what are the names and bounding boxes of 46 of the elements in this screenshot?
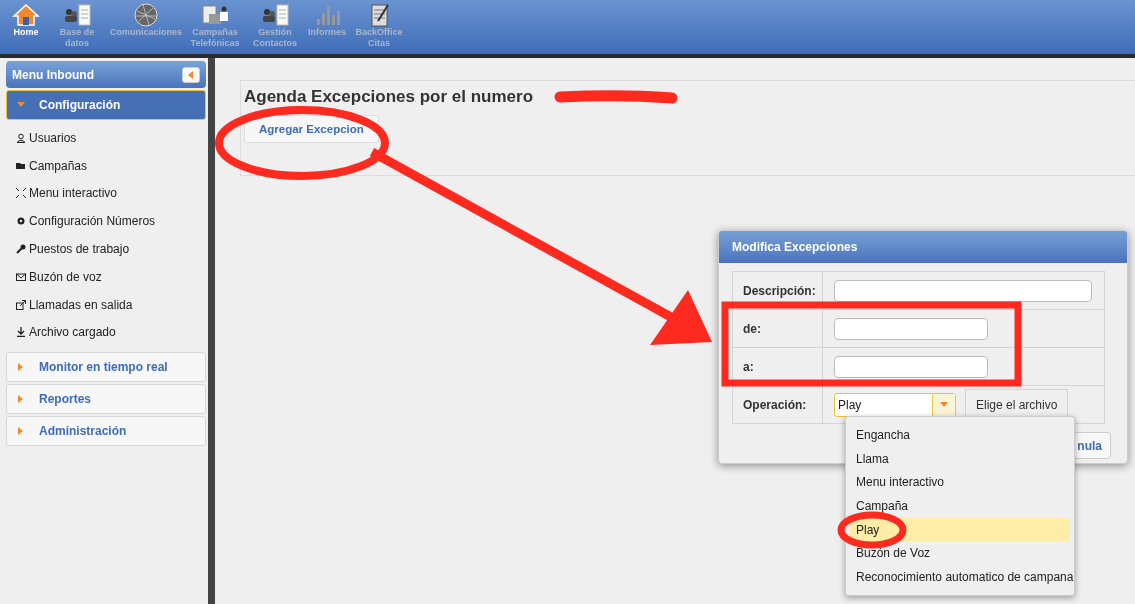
caret-icon — [17, 427, 25, 436]
accordion-header[interactable]: Reportes — [6, 384, 206, 415]
page-title: Agenda Excepciones por el numero — [244, 87, 534, 107]
accordion-header[interactable]: Administración — [6, 416, 206, 447]
caret-icon — [17, 395, 25, 404]
dropdown-option[interactable]: Buzón de Voz — [850, 541, 1070, 566]
caret-icon — [188, 70, 194, 79]
dropdown-option[interactable]: Campaña — [850, 494, 1070, 518]
sidebar-item[interactable]: Configuración Números — [16, 207, 206, 236]
sidebar-item[interactable]: Puestos de trabajo — [16, 235, 206, 263]
expand-icon — [16, 188, 26, 199]
caret-icon — [17, 363, 25, 372]
sidebar-title: Menu Inbound — [12, 67, 94, 82]
dropdown-option[interactable]: Play — [850, 517, 1070, 542]
sidebar-item[interactable]: Archivo cargado — [16, 318, 206, 347]
key-icon — [16, 244, 26, 255]
house-icon — [11, 3, 41, 27]
sidebar-item[interactable]: Llamadas en salida — [16, 290, 206, 319]
dialog-title: Modifica Excepciones — [732, 240, 858, 254]
sidebar-item[interactable]: Campañas — [16, 151, 206, 180]
accordion-header[interactable]: Monitor en tiempo real — [6, 352, 206, 383]
people-document-icon — [260, 3, 291, 27]
select-field[interactable]: Play — [834, 392, 956, 417]
sidebar-item[interactable]: Usuarios — [16, 124, 206, 152]
field-label: Descripción: — [732, 271, 823, 310]
dropdown-option[interactable]: Menu interactivo — [850, 470, 1070, 495]
download-icon — [16, 327, 26, 338]
input-field[interactable] — [834, 355, 988, 378]
highlight-ellipse — [837, 511, 907, 549]
folder-icon — [16, 160, 26, 171]
nav-item[interactable]: Home — [6, 0, 46, 38]
collapse-button[interactable] — [182, 66, 200, 83]
caret-icon — [17, 101, 25, 109]
field-label: Operación: — [732, 385, 823, 424]
user-icon — [16, 132, 26, 143]
sidebar-item[interactable]: Menu interactivo — [16, 179, 206, 208]
envelope-icon — [16, 271, 26, 282]
sidebar-item[interactable]: Buzón de voz — [16, 263, 206, 291]
input-field[interactable] — [834, 279, 1092, 302]
caret-icon — [940, 402, 948, 407]
accordion-header[interactable]: Configuración — [6, 90, 206, 120]
external-link-icon — [16, 299, 26, 310]
globe-icon — [131, 3, 161, 27]
field-label: de: — [732, 309, 823, 348]
input-field[interactable] — [834, 317, 988, 340]
people-document-icon — [62, 3, 92, 27]
